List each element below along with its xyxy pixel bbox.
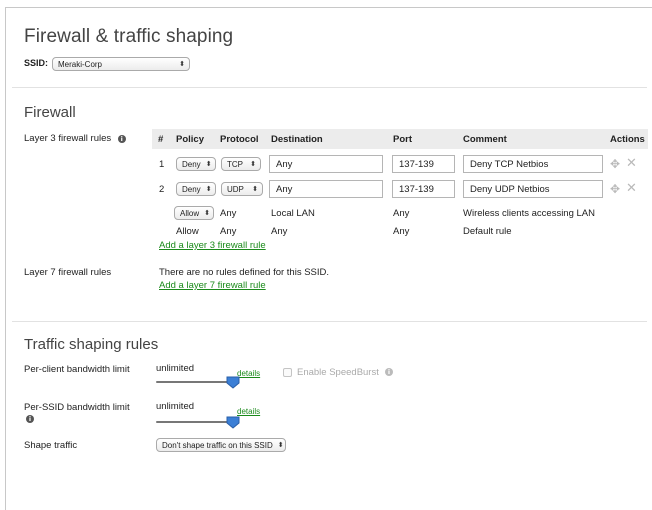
rule-policy-value: Deny	[182, 184, 201, 194]
rule-port-input[interactable]	[392, 155, 455, 173]
per-client-label: Per-client bandwidth limit	[24, 364, 130, 375]
col-actions: Actions	[610, 134, 645, 145]
l3-rules-label-text: Layer 3 firewall rules	[24, 133, 112, 144]
updown-arrows-icon: ⬍	[179, 61, 185, 68]
per-ssid-slider-track[interactable]	[156, 421, 234, 423]
shape-traffic-select[interactable]: Don't shape traffic on this SSID ⬍	[156, 438, 286, 452]
per-client-value: unlimited	[156, 363, 195, 374]
rule-policy-select[interactable]: Deny ⬍	[176, 182, 216, 196]
speedburst-label: Enable SpeedBurst	[297, 367, 379, 378]
updown-arrows-icon: ⬍	[205, 186, 212, 193]
rule-protocol-select[interactable]: UDP ⬍	[221, 182, 263, 196]
updown-arrows-icon: ⬍	[277, 442, 284, 449]
rule-number: 1	[159, 159, 165, 170]
ssid-select[interactable]: Meraki-Corp ⬍	[52, 57, 190, 71]
ssid-select-value: Meraki-Corp	[58, 59, 103, 69]
shape-traffic-label: Shape traffic	[24, 440, 78, 451]
info-icon[interactable]: i	[26, 415, 34, 423]
updown-arrows-icon: ⬍	[204, 210, 210, 217]
l3-rules-label: Layer 3 firewall rules i	[24, 133, 126, 144]
col-policy: Policy	[176, 134, 204, 145]
default-rule-policy: Allow	[176, 226, 199, 237]
close-icon[interactable]: ✕	[626, 156, 637, 169]
page-frame	[5, 7, 652, 510]
speedburst-checkbox[interactable]	[283, 368, 292, 377]
rule-protocol-select[interactable]: TCP ⬍	[221, 157, 261, 171]
rule-comment-input[interactable]	[463, 180, 603, 198]
rule-destination-input[interactable]	[269, 180, 383, 198]
default-rule-destination: Any	[271, 226, 288, 237]
ssid-label: SSID:	[24, 58, 49, 68]
per-client-details-link[interactable]: details	[237, 369, 260, 378]
page-title: Firewall & traffic shaping	[24, 26, 234, 47]
move-icon[interactable]: ✥	[610, 158, 620, 170]
col-protocol: Protocol	[220, 134, 259, 145]
add-l3-rule-link[interactable]: Add a layer 3 firewall rule	[159, 240, 266, 251]
traffic-shaping-heading: Traffic shaping rules	[24, 336, 159, 353]
col-comment: Comment	[463, 134, 507, 145]
rule-port-input[interactable]	[392, 180, 455, 198]
per-ssid-label: Per-SSID bandwidth limit	[24, 402, 130, 413]
section-divider	[12, 321, 647, 322]
updown-arrows-icon: ⬍	[252, 186, 258, 193]
lan-rule-protocol: Any	[220, 208, 237, 219]
l7-rules-label: Layer 7 firewall rules	[24, 267, 112, 278]
updown-arrows-icon: ⬍	[250, 161, 256, 168]
per-client-slider-track[interactable]	[156, 381, 234, 383]
rule-policy-select[interactable]: Deny ⬍	[176, 157, 216, 171]
rule-policy-value: Deny	[182, 159, 201, 169]
info-icon[interactable]: i	[117, 135, 126, 143]
updown-arrows-icon: ⬍	[205, 161, 212, 168]
col-destination: Destination	[271, 134, 323, 145]
info-icon[interactable]: i	[385, 368, 393, 376]
per-client-slider-thumb[interactable]	[226, 376, 240, 389]
default-rule-port: Any	[393, 226, 410, 237]
lan-rule-destination: Local LAN	[271, 208, 315, 219]
rule-comment-input[interactable]	[463, 155, 603, 173]
rule-number: 2	[159, 184, 165, 195]
lan-rule-policy-value: Allow	[180, 208, 200, 218]
col-port: Port	[393, 134, 412, 145]
rule-protocol-value: TCP	[227, 159, 243, 169]
per-ssid-details-link[interactable]: details	[237, 407, 260, 416]
section-divider	[12, 87, 647, 88]
lan-rule-comment: Wireless clients accessing LAN	[463, 208, 595, 219]
rule-protocol-value: UDP	[227, 184, 244, 194]
default-rule-comment: Default rule	[463, 226, 512, 237]
close-icon[interactable]: ✕	[626, 181, 637, 194]
shape-traffic-value: Don't shape traffic on this SSID	[162, 440, 273, 450]
col-number: #	[158, 134, 164, 145]
lan-rule-policy-select[interactable]: Allow ⬍	[174, 206, 214, 220]
add-l7-rule-link[interactable]: Add a layer 7 firewall rule	[159, 280, 266, 291]
move-icon[interactable]: ✥	[610, 183, 620, 195]
per-ssid-slider-thumb[interactable]	[226, 416, 240, 429]
per-ssid-value: unlimited	[156, 401, 195, 412]
lan-rule-port: Any	[393, 208, 410, 219]
rule-destination-input[interactable]	[269, 155, 383, 173]
default-rule-protocol: Any	[220, 226, 237, 237]
firewall-heading: Firewall	[24, 104, 76, 121]
l7-empty-message: There are no rules defined for this SSID…	[159, 267, 330, 278]
